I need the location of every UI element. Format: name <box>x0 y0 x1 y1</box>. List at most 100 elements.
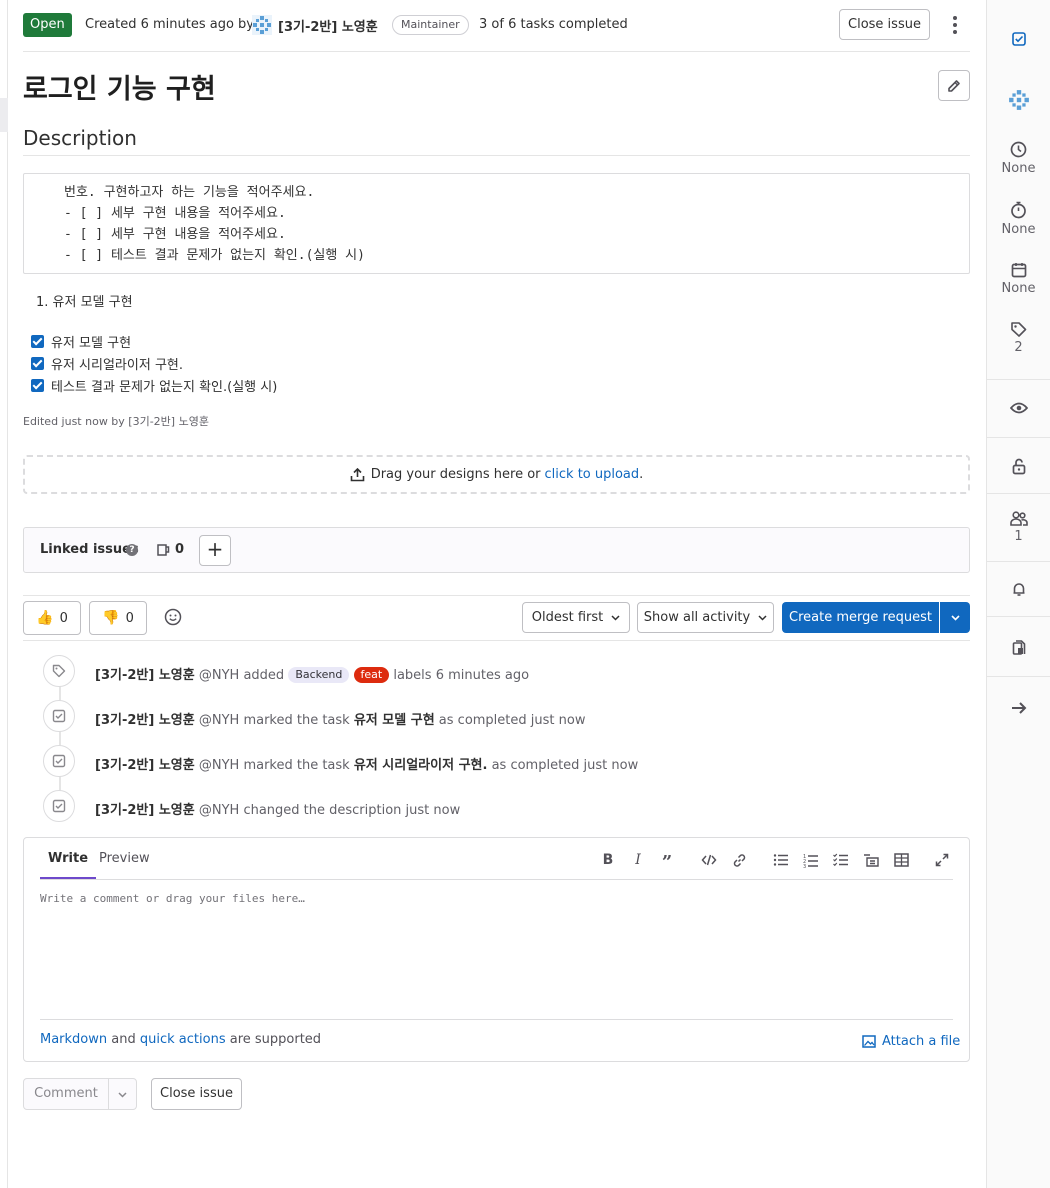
task-checkbox[interactable] <box>31 378 44 392</box>
hint-supported: are supported <box>229 1032 322 1047</box>
sidebar-time-estimate[interactable]: None <box>987 141 1050 176</box>
tab-preview[interactable]: Preview <box>99 851 150 866</box>
activity-filter-dropdown[interactable]: Show all activity <box>637 602 774 633</box>
sidebar-due-date[interactable]: None <box>987 262 1050 296</box>
sidebar-assignee[interactable] <box>987 89 1050 111</box>
calendar-icon <box>1011 263 1026 278</box>
sidebar-time-spent[interactable]: None <box>987 201 1050 237</box>
filter-label: Show all activity <box>643 610 751 625</box>
edited-note: Edited just now by [3기-2반] 노영훈 <box>23 415 209 428</box>
task-checkbox[interactable] <box>31 356 44 370</box>
help-icon[interactable]: ? <box>126 544 138 556</box>
linked-issues-title: Linked issues <box>40 542 139 557</box>
link-icon[interactable] <box>731 852 747 868</box>
timeline-entry: [3기-2반] 노영훈 @NYH marked the task 유저 모델 구… <box>95 709 585 728</box>
numbered-list-icon[interactable]: 123 <box>803 852 819 868</box>
more-actions-icon[interactable] <box>945 14 965 36</box>
timeline-entry: [3기-2반] 노영훈 @NYH marked the task 유저 시리얼라… <box>95 754 638 773</box>
design-dropzone[interactable]: Drag your designs here or click to upload… <box>23 455 970 494</box>
author-avatar[interactable] <box>252 15 272 35</box>
sidebar-notifications[interactable] <box>987 582 1050 597</box>
label-icon <box>1011 322 1027 337</box>
timeline-task: 유저 시리얼라이저 구현. <box>353 758 488 773</box>
timeline-handle[interactable]: @NYH <box>199 758 239 773</box>
created-text: Created 6 minutes ago by <box>85 17 254 32</box>
thumbs-up-icon: 👍 <box>36 609 54 626</box>
clock-icon <box>1010 141 1027 158</box>
merge-request-options-button[interactable] <box>940 602 970 633</box>
close-issue-button[interactable]: Close issue <box>151 1078 242 1110</box>
task-done-icon <box>43 700 75 732</box>
close-issue-button[interactable]: Close issue <box>839 9 930 40</box>
task-checkbox[interactable] <box>31 334 44 348</box>
collapsible-icon[interactable] <box>863 852 879 868</box>
timeline-action: changed the description just now <box>243 803 461 818</box>
comment-options-button[interactable] <box>108 1078 137 1110</box>
author-name[interactable]: [3기-2반] 노영훈 <box>278 16 378 35</box>
sidebar-participants[interactable]: 1 <box>987 511 1050 544</box>
italic-icon[interactable]: I <box>630 852 646 868</box>
users-icon <box>1009 511 1028 526</box>
timeline-author[interactable]: [3기-2반] 노영훈 <box>95 668 195 683</box>
sidebar-todo[interactable] <box>987 32 1050 46</box>
svg-text:3: 3 <box>803 864 806 868</box>
dropzone-text: Drag your designs here or <box>370 467 541 482</box>
edit-title-button[interactable] <box>938 70 970 101</box>
table-icon[interactable] <box>893 852 909 868</box>
sidebar-move-issue[interactable] <box>987 701 1050 715</box>
timeline-author[interactable]: [3기-2반] 노영훈 <box>95 803 195 818</box>
sidebar-confidentiality[interactable] <box>987 401 1050 415</box>
quick-actions-link[interactable]: quick actions <box>140 1032 226 1047</box>
add-reaction-icon[interactable] <box>164 608 182 626</box>
divider <box>987 437 1050 438</box>
thumbs-up-button[interactable]: 👍 0 <box>23 601 81 635</box>
divider <box>987 379 1050 380</box>
due-date-value: None <box>1001 281 1036 296</box>
chevron-down-icon <box>611 614 620 621</box>
left-panel-edge <box>0 0 8 1188</box>
timeline-entry: [3기-2반] 노영훈 @NYH changed the description… <box>95 799 460 818</box>
create-merge-request-button[interactable]: Create merge request <box>782 602 939 633</box>
sidebar-lock[interactable] <box>987 458 1050 475</box>
label-feat[interactable]: feat <box>353 667 390 683</box>
timeline-author[interactable]: [3기-2반] 노영훈 <box>95 713 195 728</box>
timeline-task: 유저 모델 구현 <box>353 713 435 728</box>
sidebar-copy-reference[interactable] <box>987 640 1050 657</box>
quote-icon[interactable]: ” <box>659 852 675 872</box>
timeline-handle[interactable]: @NYH <box>199 803 239 818</box>
divider <box>987 676 1050 677</box>
tasks-status: 3 of 6 tasks completed <box>479 17 628 32</box>
task-done-icon <box>43 745 75 777</box>
sidebar-labels[interactable]: 2 <box>987 321 1050 355</box>
task-list-icon[interactable] <box>833 852 849 868</box>
attach-file-button[interactable]: Attach a file <box>862 1034 960 1049</box>
eye-icon <box>1009 402 1028 414</box>
thumbs-down-count: 0 <box>125 610 134 626</box>
code-icon[interactable] <box>701 852 717 868</box>
divider <box>23 595 970 596</box>
add-linked-issue-button[interactable]: + <box>199 535 231 566</box>
timeline-handle[interactable]: @NYH <box>199 668 239 683</box>
issue-header: Open Created 6 minutes ago by [3기-2반] 노영… <box>23 0 970 52</box>
ordered-list-item: 1. 유저 모델 구현 <box>36 295 133 310</box>
labels-count: 2 <box>1014 340 1023 355</box>
fullscreen-icon[interactable] <box>934 852 950 868</box>
code-line: - [ ] 테스트 결과 문제가 없는지 확인.(실행 시) <box>64 248 365 263</box>
todo-add-icon <box>1011 32 1026 46</box>
bullet-list-icon[interactable] <box>773 852 789 868</box>
sort-dropdown[interactable]: Oldest first <box>522 602 630 633</box>
chevron-down-icon <box>118 1092 127 1098</box>
comment-textarea[interactable]: Write a comment or drag your files here… <box>40 892 305 905</box>
bold-icon[interactable]: B <box>600 852 616 868</box>
left-panel-tab[interactable] <box>0 98 8 132</box>
comment-button[interactable]: Comment <box>23 1078 109 1110</box>
timeline-action: marked the task <box>243 758 350 773</box>
upload-link[interactable]: click to upload <box>545 467 640 482</box>
label-backend[interactable]: Backend <box>288 667 350 683</box>
timeline-author[interactable]: [3기-2반] 노영훈 <box>95 758 195 773</box>
thumbs-down-button[interactable]: 👎 0 <box>89 601 147 635</box>
timeline-handle[interactable]: @NYH <box>199 713 239 728</box>
tab-write[interactable]: Write <box>40 838 97 879</box>
arrow-right-icon <box>1011 702 1026 714</box>
markdown-link[interactable]: Markdown <box>40 1032 107 1047</box>
